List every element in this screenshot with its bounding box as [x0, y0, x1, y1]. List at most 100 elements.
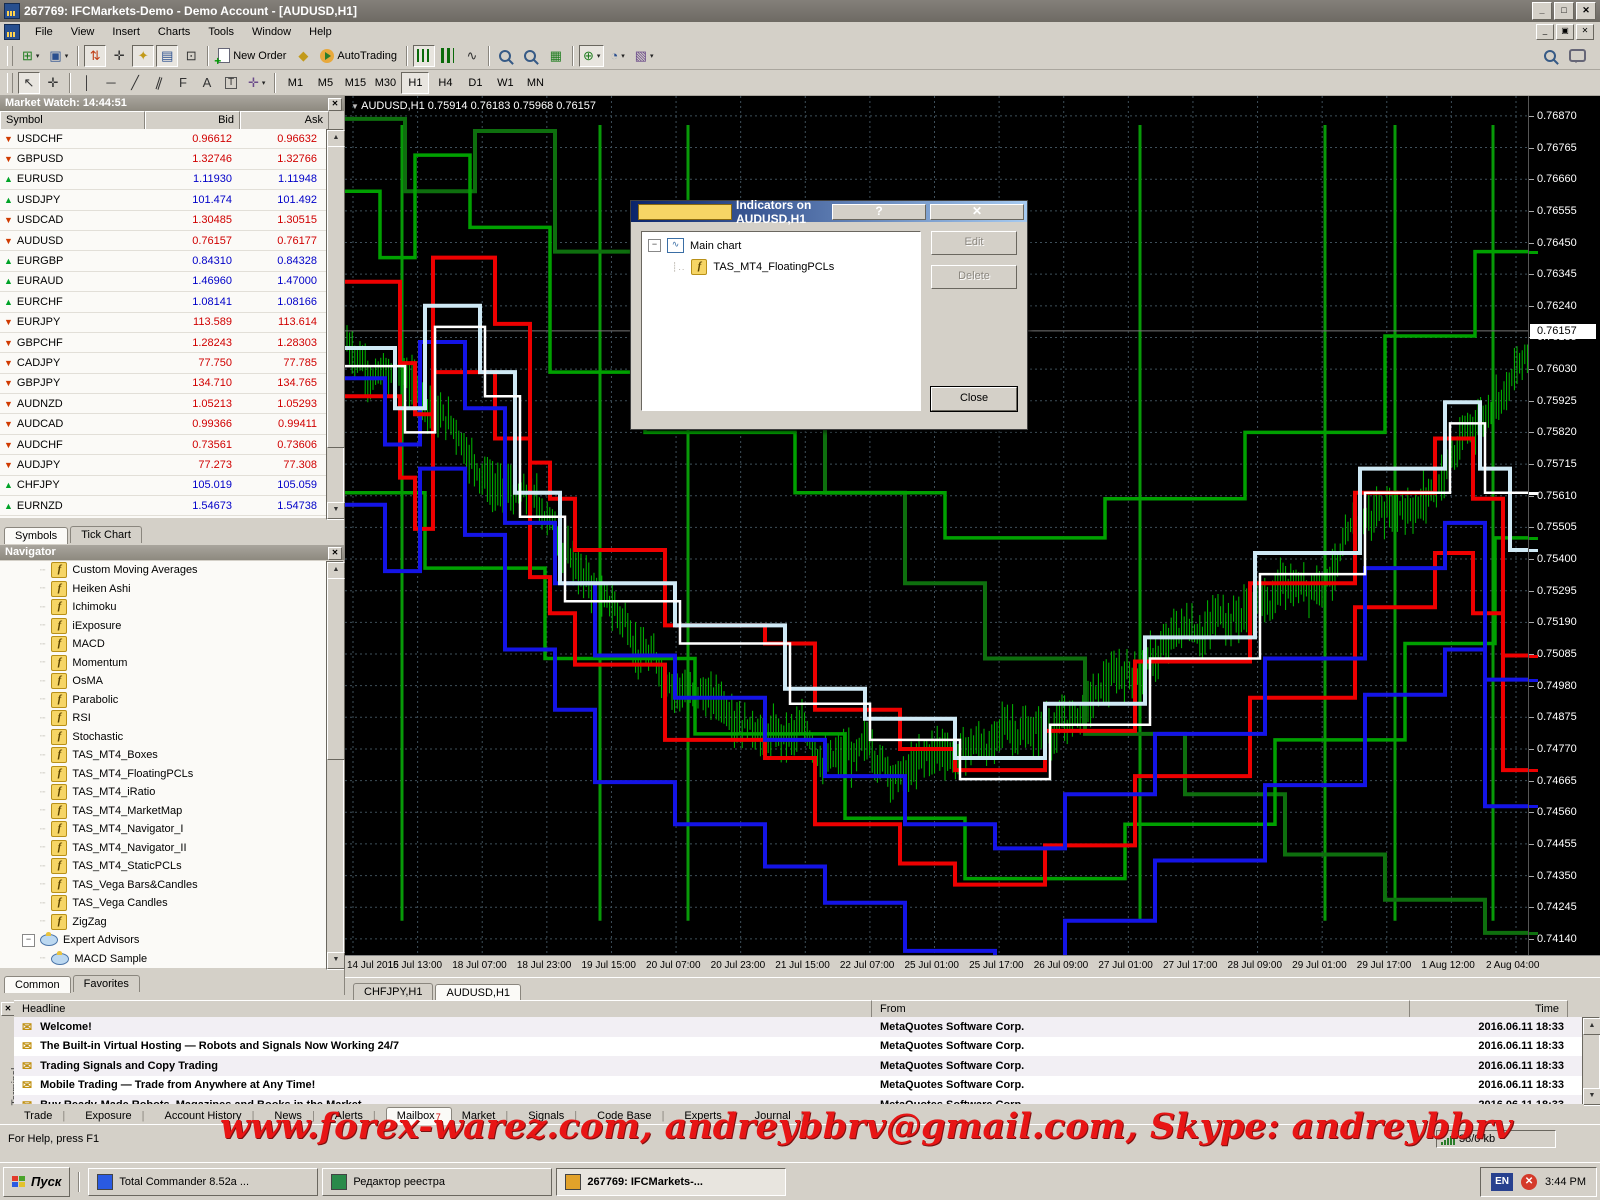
task-button-2[interactable]: Редактор реестра	[322, 1168, 552, 1196]
navigator-item[interactable]: ┈fHeiken Ashi	[0, 580, 329, 599]
terminal-toggle[interactable]: ▤	[156, 45, 178, 67]
timeframe-W1[interactable]: W1	[491, 72, 519, 94]
navigator-scrollbar[interactable]: ▲ ▼	[326, 561, 344, 970]
timeframe-M15[interactable]: M15	[341, 72, 369, 94]
mailbox-row[interactable]: ✉The Built-in Virtual Hosting — Robots a…	[14, 1037, 1584, 1057]
zoom-in-button[interactable]	[495, 45, 518, 67]
scroll-down-icon[interactable]: ▼	[1583, 1088, 1600, 1105]
timeframe-H1[interactable]: H1	[401, 72, 429, 94]
market-watch-row[interactable]: ▼AUDUSD0.761570.76177	[0, 231, 329, 251]
menu-window[interactable]: Window	[243, 24, 300, 40]
navigator-item[interactable]: ┈fTAS_MT4_Boxes	[0, 746, 329, 765]
search-icon[interactable]	[1544, 50, 1556, 62]
tree-collapse-icon[interactable]: −	[648, 239, 661, 252]
mailbox-row[interactable]: ✉Mobile Trading — Trade from Anywhere at…	[14, 1076, 1584, 1096]
market-watch-row[interactable]: ▼EURJPY113.589113.614	[0, 313, 329, 333]
scroll-up-icon[interactable]: ▲	[327, 562, 345, 579]
dialog-close-icon[interactable]: ✕	[930, 204, 1024, 220]
market-watch-row[interactable]: ▼CADJPY77.75077.785	[0, 353, 329, 373]
market-watch-close-icon[interactable]: ✕	[328, 98, 342, 111]
navigator-item[interactable]: ┈fTAS_Vega Candles	[0, 894, 329, 913]
navigator-item[interactable]: ┈fTAS_MT4_iRatio	[0, 783, 329, 802]
trendline-button[interactable]: ╱	[124, 72, 146, 94]
vertical-line-button[interactable]: │	[76, 72, 98, 94]
mdi-close-icon[interactable]: ✕	[1576, 24, 1594, 40]
tab-symbols[interactable]: Symbols	[4, 527, 68, 544]
navigator-toggle[interactable]: ✦	[132, 45, 154, 67]
market-watch-toggle[interactable]: ⇅	[84, 45, 106, 67]
periods-button[interactable]: ◔▾	[606, 45, 628, 67]
navigator-item[interactable]: ┈MACD Sample	[0, 950, 329, 969]
tree-collapse-icon[interactable]: −	[22, 934, 35, 947]
indicators-button[interactable]: ⊕▾	[579, 45, 604, 67]
column-ask[interactable]: Ask	[240, 111, 329, 129]
price-scale[interactable]: 0.768700.767650.766600.765550.764500.763…	[1528, 96, 1600, 955]
column-from[interactable]: From	[872, 1000, 1410, 1017]
strategy-tester-toggle[interactable]: ⊡	[180, 45, 202, 67]
terminal-tab-trade[interactable]: Trade|	[14, 1108, 75, 1124]
tab-tick-chart[interactable]: Tick Chart	[70, 526, 142, 543]
navigator-item[interactable]: ┈fStochastic	[0, 728, 329, 747]
mailbox-row[interactable]: ✉Welcome!MetaQuotes Software Corp.2016.0…	[14, 1017, 1584, 1037]
toolbar-grip2[interactable]	[7, 73, 13, 93]
tile-windows-button[interactable]: ▦	[545, 45, 567, 67]
dialog-title-bar[interactable]: Indicators on AUDUSD,H1 ? ✕	[631, 201, 1027, 222]
navigator-close-icon[interactable]: ✕	[328, 547, 342, 560]
tab-favorites[interactable]: Favorites	[73, 975, 140, 992]
autotrading-button[interactable]: AutoTrading	[316, 45, 401, 67]
mailbox-row[interactable]: ✉Trading Signals and Copy TradingMetaQuo…	[14, 1056, 1584, 1076]
column-symbol[interactable]: Symbol	[0, 111, 145, 129]
metaeditor-button[interactable]: ◆	[292, 45, 314, 67]
maximize-icon[interactable]: □	[1554, 2, 1574, 20]
minimize-icon[interactable]: _	[1532, 2, 1552, 20]
scroll-up-icon[interactable]: ▲	[327, 130, 345, 147]
dialog-help-icon[interactable]: ?	[832, 204, 926, 220]
edit-button[interactable]: Edit	[931, 231, 1017, 255]
market-watch-row[interactable]: ▼AUDNZD1.052131.05293	[0, 394, 329, 414]
navigator-item[interactable]: ┈fCustom Moving Averages	[0, 561, 329, 580]
mdi-restore-icon[interactable]: ▣	[1556, 24, 1574, 40]
terminal-scrollbar[interactable]: ▲ ▼	[1582, 1017, 1600, 1106]
column-headline[interactable]: Headline	[14, 1000, 872, 1017]
candlestick-button[interactable]	[437, 45, 459, 67]
timeframe-MN[interactable]: MN	[521, 72, 549, 94]
navigator-item[interactable]: ┈fTAS_MT4_MarketMap	[0, 802, 329, 821]
task-button-1[interactable]: Total Commander 8.52a ...	[88, 1168, 318, 1196]
tab-common[interactable]: Common	[4, 976, 71, 993]
terminal-close-icon[interactable]: ✕	[1, 1002, 15, 1016]
market-watch-scrollbar[interactable]: ▲ ▼	[326, 129, 344, 520]
market-watch-row[interactable]: ▲EURAUD1.469601.47000	[0, 272, 329, 292]
horizontal-line-button[interactable]: ─	[100, 72, 122, 94]
navigator-item[interactable]: ┈fZigZag	[0, 913, 329, 932]
navigator-item[interactable]: ┈fTAS_MT4_Navigator_I	[0, 820, 329, 839]
timeframe-M1[interactable]: M1	[281, 72, 309, 94]
security-shield-icon[interactable]: ✕	[1521, 1174, 1537, 1190]
market-watch-row[interactable]: ▼USDCAD1.304851.30515	[0, 211, 329, 231]
close-button[interactable]: Close	[931, 387, 1017, 411]
toolbar-grip[interactable]	[7, 46, 13, 66]
menu-tools[interactable]: Tools	[199, 24, 243, 40]
market-watch-row[interactable]: ▲EURNZD1.546731.54738	[0, 496, 329, 516]
delete-button[interactable]: Delete	[931, 265, 1017, 289]
chart-tab-chfjpy-h1[interactable]: CHFJPY,H1	[353, 983, 433, 1000]
timeframe-M5[interactable]: M5	[311, 72, 339, 94]
chart-tab-audusd-h1[interactable]: AUDUSD,H1	[435, 984, 521, 1001]
navigator-item[interactable]: ┈fIchimoku	[0, 598, 329, 617]
new-order-button[interactable]: New Order	[214, 45, 290, 67]
terminal-tab-exposure[interactable]: Exposure|	[75, 1108, 154, 1124]
profiles-button[interactable]: ▣▾	[45, 45, 72, 67]
tree-main-chart[interactable]: Main chart	[690, 240, 741, 252]
text-button[interactable]: A	[196, 72, 218, 94]
scroll-down-icon[interactable]: ▼	[327, 502, 345, 519]
data-window-toggle[interactable]: ✛	[108, 45, 130, 67]
navigator-item[interactable]: ┈fTAS_MT4_StaticPCLs	[0, 857, 329, 876]
navigator-item[interactable]: ┈fiExposure	[0, 617, 329, 636]
navigator-item[interactable]: ┈fTAS_MT4_Navigator_II	[0, 839, 329, 858]
column-bid[interactable]: Bid	[145, 111, 240, 129]
menu-charts[interactable]: Charts	[149, 24, 199, 40]
crosshair-button[interactable]: ✛	[42, 72, 64, 94]
market-watch-row[interactable]: ▼AUDJPY77.27377.308	[0, 455, 329, 475]
navigator-item[interactable]: ┈fRSI	[0, 709, 329, 728]
market-watch-row[interactable]: ▲EURCHF1.081411.08166	[0, 292, 329, 312]
navigator-item[interactable]: ┈fParabolic	[0, 691, 329, 710]
